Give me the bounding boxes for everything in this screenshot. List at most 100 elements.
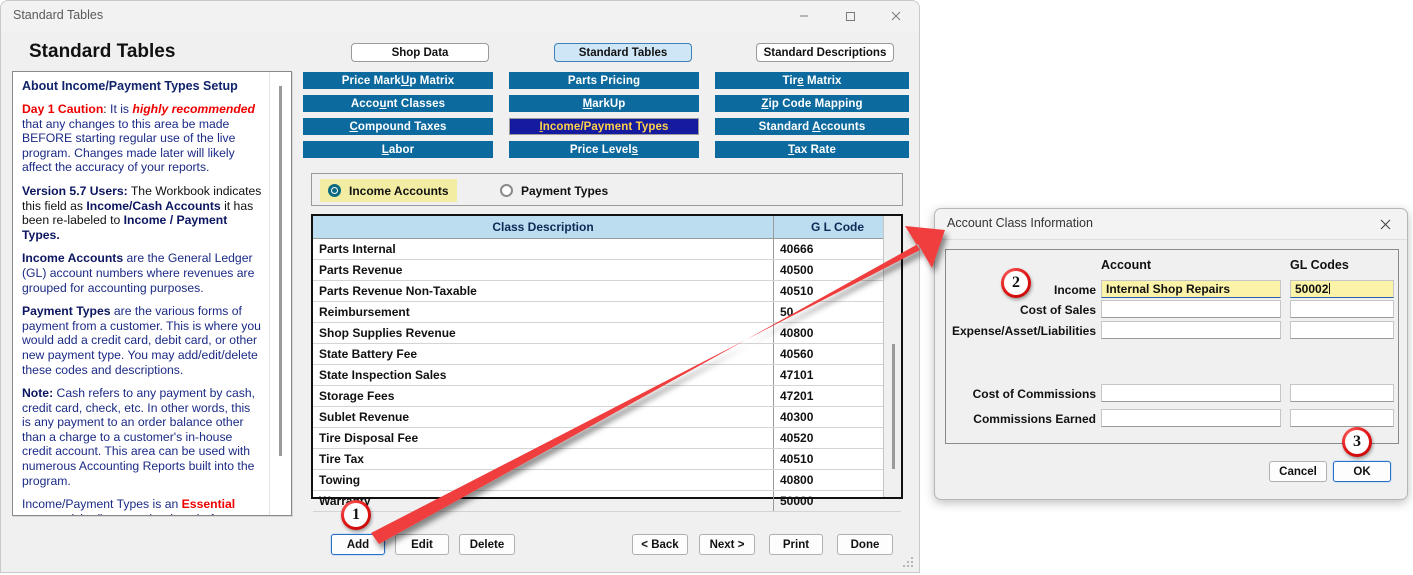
nav-standard-accounts[interactable]: Standard Accounts: [715, 118, 909, 135]
nav-price-markup-matrix[interactable]: Price MarkUp Matrix: [303, 72, 493, 89]
table-row[interactable]: Storage Fees 47201: [313, 385, 901, 407]
cell-gl-code: 40510: [773, 448, 901, 470]
tab-shop-data[interactable]: Shop Data: [351, 43, 489, 62]
tab-standard-descriptions[interactable]: Standard Descriptions: [756, 43, 894, 62]
income-account-input[interactable]: Internal Shop Repairs: [1101, 280, 1281, 298]
cost-of-commissions-gl-code-input[interactable]: [1290, 384, 1394, 402]
table-row[interactable]: Parts Revenue Non-Taxable 40510: [313, 280, 901, 302]
about-paragraph-note: Note: Cash refers to any payment by cash…: [22, 386, 256, 488]
table-row[interactable]: Tire Tax 40510: [313, 448, 901, 470]
table-scrollbar-thumb[interactable]: [892, 344, 895, 469]
class-description-table: Class Description G L Code Parts Interna…: [311, 214, 903, 512]
delete-button[interactable]: Delete: [459, 534, 515, 555]
cell-class-description: Parts Revenue: [313, 259, 774, 281]
table-row[interactable]: Towing 40800: [313, 469, 901, 491]
main-window: Standard Tables Standard Tables Shop Dat…: [0, 0, 920, 573]
maximize-icon[interactable]: [827, 1, 873, 31]
info-panel-scrollbar-thumb[interactable]: [279, 86, 282, 456]
window-titlebar: Standard Tables: [1, 1, 919, 31]
table-row[interactable]: State Inspection Sales 47101: [313, 364, 901, 386]
ok-button[interactable]: OK: [1333, 461, 1391, 482]
commissions-earned-gl-code-input[interactable]: [1290, 409, 1394, 427]
nav-zip-code-mapping[interactable]: Zip Code Mapping: [715, 95, 909, 112]
cell-gl-code: 40560: [773, 343, 901, 365]
cell-class-description: State Battery Fee: [313, 343, 774, 365]
cell-class-description: Towing: [313, 469, 774, 491]
table-row[interactable]: Tire Disposal Fee 40520: [313, 427, 901, 449]
dialog-column-header-gl-codes: GL Codes: [1290, 258, 1349, 272]
income-gl-code-value: 50002: [1295, 282, 1329, 296]
table-row[interactable]: Parts Revenue 40500: [313, 259, 901, 281]
column-header-gl-code: G L Code: [773, 216, 901, 239]
cell-class-description: State Inspection Sales: [313, 364, 774, 386]
cell-class-description: Tire Disposal Fee: [313, 427, 774, 449]
label-commissions-earned: Commissions Earned: [973, 412, 1096, 426]
radio-income-accounts[interactable]: Income Accounts: [320, 179, 457, 202]
nav-tax-rate[interactable]: Tax Rate: [715, 141, 909, 158]
cell-class-description: Shop Supplies Revenue: [313, 322, 774, 344]
done-button[interactable]: Done: [837, 534, 893, 555]
label-expense-asset-liabilities: Expense/Asset/Liabilities: [951, 324, 1096, 338]
cell-gl-code: 40300: [773, 406, 901, 428]
nav-income-payment-types[interactable]: Income/Payment Types: [509, 118, 699, 135]
info-panel-scrollbar[interactable]: [269, 72, 291, 515]
cell-gl-code: 50000: [773, 490, 901, 512]
table-row[interactable]: Parts Internal 40666: [313, 238, 901, 260]
table-header-row: Class Description G L Code: [313, 216, 901, 239]
cost-of-sales-account-input[interactable]: [1101, 300, 1281, 318]
nav-account-classes[interactable]: Account Classes: [303, 95, 493, 112]
next-button[interactable]: Next >: [699, 534, 755, 555]
cell-class-description: Warranty: [313, 490, 774, 512]
cell-gl-code: 40510: [773, 280, 901, 302]
table-row[interactable]: Warranty 50000: [313, 490, 901, 512]
edit-button[interactable]: Edit: [395, 534, 449, 555]
about-paragraph-essential: Income/Payment Types is an Essential set…: [22, 497, 236, 515]
table-row[interactable]: State Battery Fee 40560: [313, 343, 901, 365]
cost-of-sales-gl-code-input[interactable]: [1290, 300, 1394, 318]
radio-payment-types-label: Payment Types: [521, 183, 609, 198]
table-row[interactable]: Reimbursement 50: [313, 301, 901, 323]
radio-payment-types[interactable]: Payment Types: [492, 179, 616, 202]
radio-selected-icon: [328, 184, 341, 197]
nav-compound-taxes[interactable]: Compound Taxes: [303, 118, 493, 135]
window-title: Standard Tables: [13, 8, 104, 22]
dialog-close-icon[interactable]: [1363, 209, 1407, 239]
annotation-badge-1: 1: [341, 500, 371, 530]
add-button[interactable]: Add: [331, 534, 385, 555]
annotation-badge-2: 2: [1001, 268, 1031, 298]
table-row[interactable]: Sublet Revenue 40300: [313, 406, 901, 428]
tab-standard-tables[interactable]: Standard Tables: [554, 43, 692, 62]
table-scrollbar[interactable]: [883, 216, 901, 497]
commissions-earned-account-input[interactable]: [1101, 409, 1281, 427]
cell-gl-code: 40520: [773, 427, 901, 449]
nav-price-levels[interactable]: Price Levels: [509, 141, 699, 158]
about-info-heading: About Income/Payment Types Setup: [22, 79, 238, 93]
about-paragraph-caution: Day 1 Caution: It is highly recommended …: [22, 102, 255, 175]
table-row[interactable]: Shop Supplies Revenue 40800: [313, 322, 901, 344]
minimize-icon[interactable]: [781, 1, 827, 31]
cell-gl-code: 47201: [773, 385, 901, 407]
dialog-titlebar: Account Class Information: [935, 209, 1407, 240]
page-title: Standard Tables: [29, 41, 176, 62]
resize-grip[interactable]: [903, 557, 915, 569]
about-info-content: About Income/Payment Types Setup Day 1 C…: [13, 72, 271, 515]
cell-gl-code: 40500: [773, 259, 901, 281]
income-gl-code-input[interactable]: 50002: [1290, 280, 1394, 298]
nav-markup[interactable]: MarkUp: [509, 95, 699, 112]
nav-labor[interactable]: Labor: [303, 141, 493, 158]
back-button[interactable]: < Back: [632, 534, 688, 555]
cell-class-description: Tire Tax: [313, 448, 774, 470]
label-cost-of-sales: Cost of Sales: [1019, 303, 1096, 317]
cost-of-commissions-account-input[interactable]: [1101, 384, 1281, 402]
print-button[interactable]: Print: [769, 534, 823, 555]
nav-parts-pricing[interactable]: Parts Pricing: [509, 72, 699, 89]
nav-tire-matrix[interactable]: Tire Matrix: [715, 72, 909, 89]
cell-gl-code: 47101: [773, 364, 901, 386]
account-class-information-dialog: Account Class Information Account GL Cod…: [934, 208, 1408, 500]
expense-asset-liabilities-account-input[interactable]: [1101, 321, 1281, 339]
about-paragraph-payment-types: Payment Types are the various forms of p…: [22, 304, 261, 377]
expense-asset-liabilities-gl-code-input[interactable]: [1290, 321, 1394, 339]
cancel-button[interactable]: Cancel: [1269, 461, 1327, 482]
radio-unselected-icon: [500, 184, 513, 197]
close-icon[interactable]: [873, 1, 919, 31]
